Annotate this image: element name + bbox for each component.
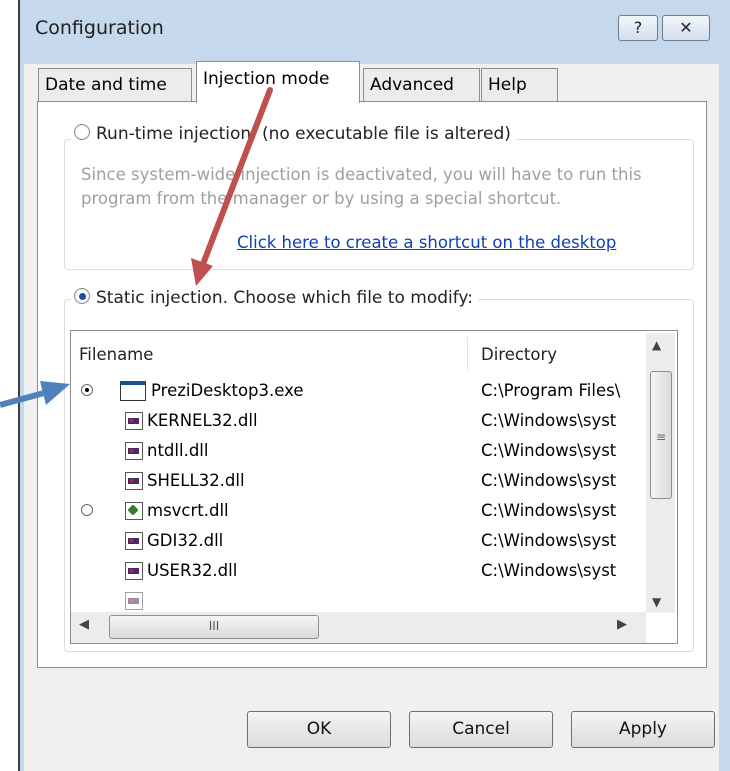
list-item[interactable]: GDI32.dll C:\Windows\syst — [71, 526, 646, 556]
question-icon: ? — [633, 18, 643, 37]
static-injection-option[interactable]: Static injection. Choose which file to m… — [71, 288, 478, 308]
tab-advanced[interactable]: Advanced — [363, 68, 480, 102]
scroll-up-icon[interactable]: ▲ — [652, 338, 661, 352]
dll-icon — [125, 592, 143, 610]
file-directory: C:\Windows\syst — [481, 441, 617, 460]
dll-gear-icon — [125, 502, 143, 520]
scroll-left-icon[interactable]: ◀ — [79, 617, 89, 632]
static-label: Static injection. Choose which file to m… — [96, 288, 473, 308]
file-name: ntdll.dll — [147, 441, 209, 460]
runtime-description: Since system-wide injection is deactivat… — [81, 165, 642, 208]
horizontal-scroll-thumb[interactable]: III — [109, 615, 319, 639]
file-directory: C:\Windows\syst — [481, 501, 617, 520]
file-list[interactable]: Filename Directory PreziDesktop3.exe C:\… — [70, 330, 678, 644]
list-item[interactable]: KERNEL32.dll C:\Windows\syst — [71, 406, 646, 436]
file-directory: C:\Windows\syst — [481, 471, 617, 490]
cancel-button[interactable]: Cancel — [409, 711, 553, 748]
exe-icon — [120, 381, 146, 401]
close-title-button[interactable]: ✕ — [662, 15, 710, 41]
list-item[interactable]: SHELL32.dll C:\Windows\syst — [71, 466, 646, 496]
file-radio[interactable] — [81, 384, 93, 396]
runtime-label: Run-time injection. (no executable file … — [96, 124, 511, 144]
file-directory: C:\Windows\syst — [481, 531, 617, 550]
runtime-radio[interactable] — [74, 124, 90, 140]
file-name: SHELL32.dll — [147, 471, 245, 490]
runtime-injection-option[interactable]: Run-time injection. (no executable file … — [71, 124, 516, 144]
create-shortcut-link[interactable]: Click here to create a shortcut on the d… — [237, 233, 616, 252]
apply-button[interactable]: Apply — [571, 711, 715, 748]
window-title: Configuration — [35, 17, 164, 39]
file-name: KERNEL32.dll — [147, 411, 258, 430]
list-item[interactable]: msvcrt.dll C:\Windows\syst — [71, 496, 646, 526]
tab-help[interactable]: Help — [481, 68, 558, 102]
scroll-grip-icon: ≡ — [656, 430, 667, 444]
tab-date-and-time[interactable]: Date and time — [38, 68, 192, 102]
dll-icon — [125, 562, 143, 580]
scroll-down-icon[interactable]: ▼ — [652, 595, 661, 609]
file-name: msvcrt.dll — [147, 501, 229, 520]
dll-icon — [125, 442, 143, 460]
file-name: GDI32.dll — [147, 531, 224, 550]
file-directory: C:\Windows\syst — [481, 411, 617, 430]
dll-icon — [125, 472, 143, 490]
file-radio[interactable] — [81, 504, 93, 516]
tab-injection-mode[interactable]: Injection mode — [196, 61, 360, 103]
dll-icon — [125, 532, 143, 550]
column-header-directory[interactable]: Directory — [471, 337, 626, 371]
file-name: PreziDesktop3.exe — [151, 381, 304, 400]
scroll-right-icon[interactable]: ▶ — [617, 617, 627, 632]
list-item[interactable]: USER32.dll C:\Windows\syst — [71, 556, 646, 586]
close-icon: ✕ — [679, 18, 693, 37]
ok-button[interactable]: OK — [247, 711, 391, 748]
dll-icon — [125, 412, 143, 430]
file-directory: C:\Windows\syst — [481, 561, 617, 580]
list-item[interactable]: ntdll.dll C:\Windows\syst — [71, 436, 646, 466]
file-name: USER32.dll — [147, 561, 238, 580]
list-item[interactable]: PreziDesktop3.exe C:\Program Files\ — [71, 376, 646, 406]
static-radio[interactable] — [74, 288, 90, 304]
help-title-button[interactable]: ? — [618, 15, 658, 41]
column-header-filename[interactable]: Filename — [79, 337, 468, 371]
file-directory: C:\Program Files\ — [481, 381, 621, 400]
